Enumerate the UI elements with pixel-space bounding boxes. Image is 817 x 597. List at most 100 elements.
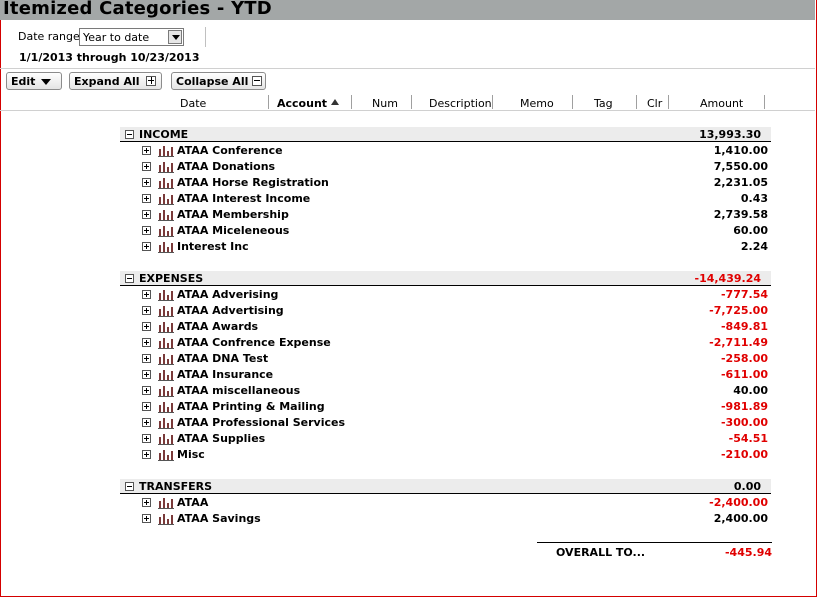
bar-chart-icon[interactable] [158, 353, 174, 365]
category-row[interactable]: ATAA miscellaneous 40.00 [120, 383, 771, 399]
section-header-transfers[interactable]: TRANSFERS 0.00 [120, 479, 771, 494]
bar-chart-icon[interactable] [158, 241, 174, 253]
category-row[interactable]: ATAA Conference 1,410.00 [120, 143, 771, 159]
expand-icon[interactable] [142, 162, 151, 171]
category-row[interactable]: ATAA Professional Services -300.00 [120, 415, 771, 431]
expand-icon[interactable] [142, 370, 151, 379]
bar-chart-icon[interactable] [158, 337, 174, 349]
column-header-num[interactable]: Num [372, 97, 398, 110]
column-header-description[interactable]: Description [429, 97, 492, 110]
column-resize-handle[interactable] [411, 95, 413, 109]
expand-icon[interactable] [142, 194, 151, 203]
category-row[interactable]: ATAA Interest Income 0.43 [120, 191, 771, 207]
bar-chart-icon[interactable] [158, 321, 174, 333]
column-resize-handle[interactable] [492, 95, 494, 109]
expand-all-button[interactable]: Expand All [69, 72, 162, 90]
bar-chart-icon[interactable] [158, 161, 174, 173]
date-range-select[interactable]: Year to date [79, 28, 184, 46]
category-row[interactable]: Misc -210.00 [120, 447, 771, 463]
category-amount: -849.81 [720, 320, 768, 333]
column-resize-handle[interactable] [572, 95, 574, 109]
column-resize-handle[interactable] [764, 95, 766, 109]
category-row[interactable]: ATAA Advertising -7,725.00 [120, 303, 771, 319]
column-header-clr[interactable]: Clr [647, 97, 662, 110]
category-name: ATAA Printing & Mailing [177, 400, 325, 413]
category-row[interactable]: ATAA Membership 2,739.58 [120, 207, 771, 223]
expand-icon[interactable] [142, 402, 151, 411]
expand-icon[interactable] [142, 290, 151, 299]
bar-chart-icon[interactable] [158, 209, 174, 221]
expand-icon[interactable] [142, 178, 151, 187]
expand-icon[interactable] [142, 386, 151, 395]
bar-chart-icon[interactable] [158, 177, 174, 189]
column-resize-handle[interactable] [668, 95, 670, 109]
category-amount: 0.43 [740, 192, 768, 205]
category-name: ATAA [177, 496, 209, 509]
category-amount: 2.24 [740, 240, 768, 253]
column-header-tag[interactable]: Tag [594, 97, 613, 110]
column-header-account[interactable]: Account [277, 97, 327, 110]
expand-icon[interactable] [142, 322, 151, 331]
column-header-date[interactable]: Date [180, 97, 206, 110]
expand-icon[interactable] [142, 434, 151, 443]
expand-icon[interactable] [142, 450, 151, 459]
category-row[interactable]: ATAA Adverising -777.54 [120, 287, 771, 303]
collapse-all-button[interactable]: Collapse All [171, 72, 266, 90]
category-row[interactable]: ATAA Savings 2,400.00 [120, 511, 771, 527]
section-header-income[interactable]: INCOME 13,993.30 [120, 127, 771, 142]
bar-chart-icon[interactable] [158, 433, 174, 445]
category-row[interactable]: ATAA DNA Test -258.00 [120, 351, 771, 367]
collapse-icon[interactable] [125, 482, 134, 491]
expand-icon[interactable] [142, 210, 151, 219]
collapse-icon[interactable] [125, 274, 134, 283]
bar-chart-icon[interactable] [158, 513, 174, 525]
expand-icon[interactable] [142, 418, 151, 427]
section-header-expenses[interactable]: EXPENSES -14,439.24 [120, 271, 771, 286]
expand-icon[interactable] [142, 514, 151, 523]
edit-button[interactable]: Edit [6, 72, 62, 90]
bar-chart-icon[interactable] [158, 289, 174, 301]
bar-chart-icon[interactable] [158, 385, 174, 397]
category-row[interactable]: ATAA Insurance -611.00 [120, 367, 771, 383]
bar-chart-icon[interactable] [158, 145, 174, 157]
expand-icon[interactable] [142, 338, 151, 347]
collapse-icon[interactable] [125, 130, 134, 139]
category-amount: -611.00 [720, 368, 768, 381]
chevron-down-icon[interactable] [168, 30, 182, 44]
expand-icon[interactable] [142, 242, 151, 251]
category-row[interactable]: ATAA -2,400.00 [120, 495, 771, 511]
bar-chart-icon[interactable] [158, 401, 174, 413]
column-resize-handle[interactable] [636, 95, 638, 109]
bar-chart-icon[interactable] [158, 225, 174, 237]
category-row[interactable]: ATAA Awards -849.81 [120, 319, 771, 335]
date-range-text: 1/1/2013 through 10/23/2013 [19, 51, 200, 64]
category-row[interactable]: Interest Inc 2.24 [120, 239, 771, 255]
bar-chart-icon[interactable] [158, 193, 174, 205]
column-resize-handle[interactable] [268, 95, 270, 109]
expand-icon[interactable] [142, 306, 151, 315]
category-name: ATAA Confrence Expense [177, 336, 331, 349]
expand-icon[interactable] [142, 226, 151, 235]
column-resize-handle[interactable] [351, 95, 353, 109]
bar-chart-icon[interactable] [158, 417, 174, 429]
date-range-label: Date range: [18, 30, 84, 43]
category-name: ATAA Savings [177, 512, 261, 525]
expand-icon[interactable] [142, 498, 151, 507]
category-name: ATAA Miceleneous [177, 224, 290, 237]
category-row[interactable]: ATAA Donations 7,550.00 [120, 159, 771, 175]
bar-chart-icon[interactable] [158, 449, 174, 461]
category-row[interactable]: ATAA Miceleneous 60.00 [120, 223, 771, 239]
bar-chart-icon[interactable] [158, 305, 174, 317]
category-row[interactable]: ATAA Printing & Mailing -981.89 [120, 399, 771, 415]
expand-icon[interactable] [142, 354, 151, 363]
category-row[interactable]: ATAA Confrence Expense -2,711.49 [120, 335, 771, 351]
expand-icon[interactable] [142, 146, 151, 155]
category-row[interactable]: ATAA Horse Registration 2,231.05 [120, 175, 771, 191]
bar-chart-icon[interactable] [158, 497, 174, 509]
bar-chart-icon[interactable] [158, 369, 174, 381]
sort-ascending-icon [331, 99, 339, 105]
column-header-amount[interactable]: Amount [700, 97, 743, 110]
category-name: ATAA Donations [177, 160, 276, 173]
column-header-memo[interactable]: Memo [520, 97, 554, 110]
category-row[interactable]: ATAA Supplies -54.51 [120, 431, 771, 447]
